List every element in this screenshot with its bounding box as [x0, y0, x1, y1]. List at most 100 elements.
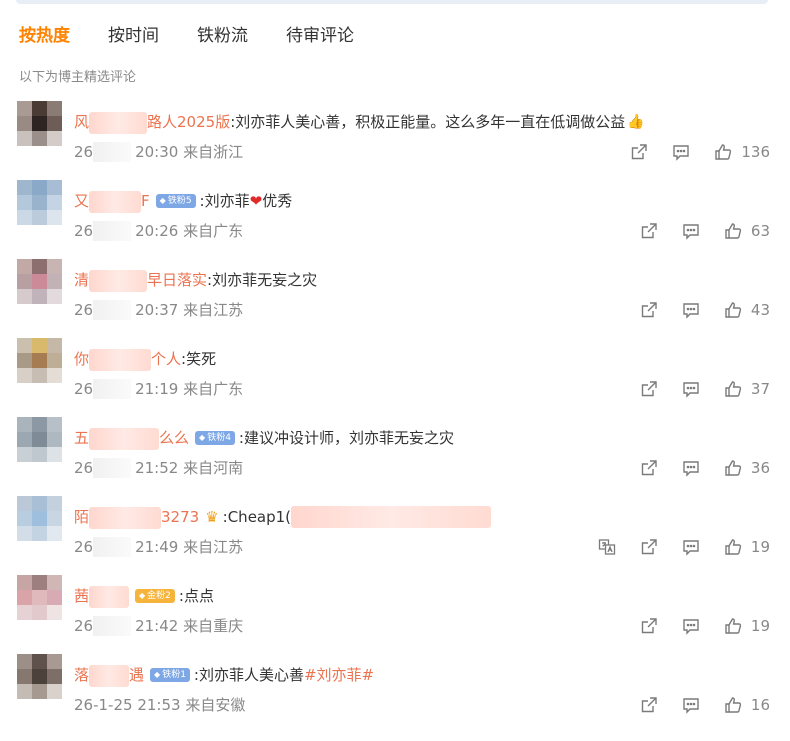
tab-by-time[interactable]: 按时间 — [108, 21, 159, 46]
avatar[interactable] — [17, 338, 62, 383]
tab-pending-review[interactable]: 待审评论 — [286, 21, 354, 46]
comment-meta: 26 21:49 来自江苏 — [74, 536, 243, 558]
username-end: 遇 — [129, 666, 145, 684]
avatar[interactable] — [17, 180, 62, 225]
comment-actions: 16 — [617, 694, 770, 716]
comment-location: 来自江苏 — [183, 301, 244, 319]
comment-meta: 26 20:26 来自广东 — [74, 220, 243, 242]
reply-button[interactable] — [681, 537, 701, 557]
share-button[interactable] — [639, 537, 659, 557]
translate-button[interactable] — [597, 537, 617, 557]
date-mosaic — [93, 458, 132, 478]
reply-button[interactable] — [681, 695, 701, 715]
avatar[interactable] — [17, 259, 62, 304]
comment-item: 五么么 ◆ 铁粉4:建议冲设计师，刘亦菲无妄之灾 26 21:52 来自河南 36 — [0, 416, 790, 495]
username[interactable]: 风 路人2025版 — [74, 111, 230, 134]
username[interactable]: 茜 — [74, 585, 130, 608]
diamond-icon: ◆ — [139, 591, 146, 601]
comment-icon — [671, 142, 691, 162]
thumbs-up-icon — [723, 695, 743, 715]
share-button[interactable] — [639, 379, 659, 399]
like-button[interactable]: 19 — [723, 616, 770, 636]
share-button[interactable] — [639, 695, 659, 715]
comment-text: :刘亦菲无妄之灾 — [207, 271, 318, 290]
share-button[interactable] — [639, 300, 659, 320]
avatar[interactable] — [17, 496, 62, 541]
avatar[interactable] — [17, 654, 62, 699]
avatar[interactable] — [17, 575, 62, 620]
share-button[interactable] — [639, 616, 659, 636]
like-button[interactable]: 19 — [723, 537, 770, 557]
like-button[interactable]: 37 — [723, 379, 770, 399]
reply-button[interactable] — [681, 616, 701, 636]
comment-time: 21:42 — [135, 617, 179, 635]
username-mosaic — [89, 269, 148, 292]
username-mosaic — [89, 664, 130, 687]
username[interactable]: 落遇 — [74, 664, 144, 687]
thumbs-up-icon — [723, 379, 743, 399]
topic-tag[interactable]: #刘亦菲# — [304, 664, 374, 686]
avatar[interactable] — [17, 417, 62, 462]
reply-button[interactable] — [681, 300, 701, 320]
username[interactable]: 陌 3273 — [74, 506, 199, 529]
date-mosaic — [93, 616, 132, 636]
comment-time: 21:52 — [135, 459, 179, 477]
username-end: 早日落实 — [147, 271, 208, 289]
comment-location: 来自江苏 — [183, 538, 244, 556]
avatar[interactable] — [17, 101, 62, 146]
thumbs-up-icon — [723, 537, 743, 557]
comment-actions: 19 — [575, 536, 770, 558]
username-end: 么么 — [159, 429, 190, 447]
reply-button[interactable] — [681, 221, 701, 241]
text-mosaic — [291, 506, 492, 529]
share-button[interactable] — [629, 142, 649, 162]
comment-meta: 26 20:30 来自浙江 — [74, 141, 243, 163]
diamond-icon: ◆ — [199, 433, 206, 443]
fan-badge[interactable]: ◆ 金粉2 — [135, 589, 175, 604]
fan-badge[interactable]: ◆ 铁粉4 — [195, 431, 235, 446]
comment-date: 26 — [74, 222, 94, 240]
username[interactable]: 又F — [74, 190, 150, 213]
thumbs-up-icon — [713, 142, 733, 162]
share-button[interactable] — [639, 221, 659, 241]
fan-badge[interactable]: ◆ 铁粉5 — [155, 194, 196, 209]
comment-time: 21:19 — [135, 380, 179, 398]
comment-icon — [681, 221, 701, 241]
share-icon — [639, 695, 659, 715]
like-button[interactable]: 43 — [723, 300, 770, 320]
username-end: 路人2025版 — [147, 113, 231, 131]
tab-by-hot[interactable]: 按热度 — [19, 21, 70, 46]
like-button[interactable]: 16 — [723, 695, 770, 715]
share-icon — [639, 300, 659, 320]
comment-text: :刘亦菲人美心善 — [193, 666, 304, 685]
comment-actions: 37 — [617, 378, 770, 400]
like-button[interactable]: 63 — [723, 221, 770, 241]
username-start: 又 — [74, 192, 90, 210]
reply-button[interactable] — [681, 379, 701, 399]
fan-badge[interactable]: ◆ 铁粉1 — [150, 668, 190, 683]
username-start: 你 — [74, 350, 90, 368]
username[interactable]: 清 早日落实 — [74, 269, 207, 292]
comment-item: 又 F ◆ 铁粉5:刘亦菲 ❤ 优秀 26 20:26 来自广东 63 — [0, 179, 790, 258]
like-button[interactable]: 136 — [713, 142, 770, 162]
comment-actions: 136 — [607, 141, 770, 163]
comment-item: 茜 ◆ 金粉2:点点 26 21:42 来自重庆 19 — [0, 574, 790, 653]
share-icon — [639, 616, 659, 636]
share-button[interactable] — [639, 458, 659, 478]
username[interactable]: 五 么么 — [74, 427, 189, 450]
reply-button[interactable] — [681, 458, 701, 478]
reply-button[interactable] — [671, 142, 691, 162]
comment-text: :建议冲设计师，刘亦菲无妄之灾 — [238, 429, 454, 448]
comment-content: 风 路人2025版:刘亦菲人美心善，积极正能量。这么多年一直在低调做公益 👍 — [74, 111, 645, 134]
comment-actions: 19 — [617, 615, 770, 637]
like-button[interactable]: 36 — [723, 458, 770, 478]
comment-content: 陌 3273 ♛:Cheap1( — [74, 506, 492, 529]
fan-badge-label: 金粉2 — [147, 591, 171, 602]
translate-icon — [597, 537, 617, 557]
username[interactable]: 你 个人 — [74, 348, 181, 371]
comment-time: 20:26 — [135, 222, 179, 240]
comment-time: 20:30 — [135, 143, 179, 161]
tab-iron-fans[interactable]: 铁粉流 — [197, 21, 248, 46]
username-start: 清 — [74, 271, 90, 289]
comment-text: :笑死 — [181, 350, 217, 369]
